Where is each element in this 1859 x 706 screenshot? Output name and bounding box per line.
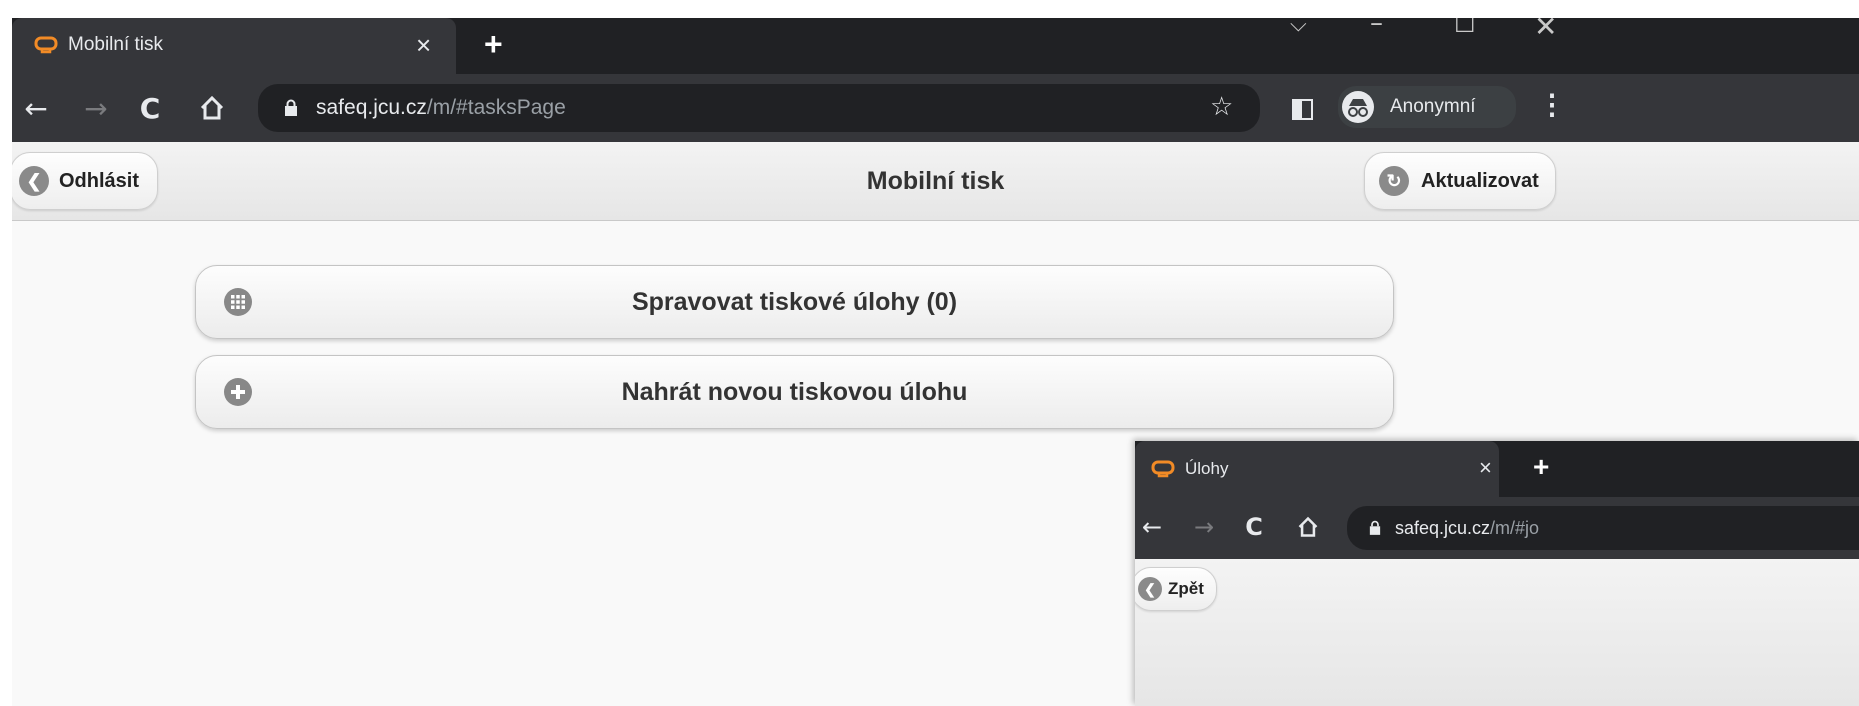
tab-title: Mobilní tisk bbox=[68, 34, 164, 55]
url-text-secondary: safeq.jcu.cz/m/#jo bbox=[1395, 518, 1539, 539]
back-icon[interactable]: ← bbox=[16, 88, 56, 128]
refresh-icon: ↻ bbox=[1379, 166, 1409, 196]
plus-icon bbox=[224, 378, 252, 406]
tab-strip: Mobilní tisk × + ⌵ – ☐ ✕ bbox=[12, 18, 1859, 74]
browser-toolbar-secondary: ← → C safeq.jcu.cz/m/#jo bbox=[1135, 497, 1859, 559]
forward-icon[interactable]: → bbox=[1187, 509, 1221, 545]
safeq-favicon-icon bbox=[34, 36, 58, 54]
home-icon[interactable] bbox=[1291, 509, 1325, 545]
tab-mobilni-tisk[interactable]: Mobilní tisk × bbox=[12, 18, 456, 74]
maximize-icon[interactable]: ☐ bbox=[1454, 18, 1476, 38]
tab-strip-secondary: Úlohy × + bbox=[1135, 441, 1859, 497]
back-label: Zpět bbox=[1168, 579, 1204, 598]
reload-icon[interactable]: C bbox=[1237, 509, 1271, 545]
upload-print-job-button[interactable]: Nahrát novou tiskovou úlohu bbox=[195, 355, 1394, 429]
url-path: /m/#jo bbox=[1490, 518, 1540, 538]
forward-icon[interactable]: → bbox=[76, 88, 116, 128]
safeq-favicon-icon bbox=[1151, 460, 1175, 478]
lock-icon[interactable] bbox=[284, 99, 298, 117]
manage-print-jobs-label: Spravovat tiskové úlohy (0) bbox=[631, 287, 958, 316]
upload-print-job-label: Nahrát novou tiskovou úlohu bbox=[621, 377, 968, 406]
url-text: safeq.jcu.cz/m/#tasksPage bbox=[316, 96, 566, 120]
home-icon[interactable] bbox=[192, 88, 232, 128]
refresh-label: Aktualizovat bbox=[1421, 169, 1539, 192]
side-panel-icon[interactable] bbox=[1292, 99, 1313, 120]
address-bar[interactable]: safeq.jcu.cz/m/#tasksPage ☆ bbox=[258, 84, 1260, 132]
reload-icon[interactable]: C bbox=[130, 88, 170, 128]
url-host: safeq.jcu.cz bbox=[316, 96, 427, 119]
browser-toolbar: ← → C safeq.jcu.cz/m/#tasksPage ☆ Anonym… bbox=[12, 74, 1859, 142]
page-title: Mobilní tisk bbox=[866, 167, 1005, 195]
new-tab-icon[interactable]: + bbox=[484, 26, 503, 63]
refresh-button[interactable]: ↻ Aktualizovat bbox=[1364, 152, 1556, 210]
page-header-secondary: ❮ Zpět bbox=[1135, 559, 1859, 706]
manage-print-jobs-button[interactable]: Spravovat tiskové úlohy (0) bbox=[195, 265, 1394, 339]
tab-close-icon[interactable]: × bbox=[1479, 455, 1492, 481]
back-icon[interactable]: ← bbox=[1135, 509, 1169, 545]
incognito-icon bbox=[1342, 91, 1374, 123]
lock-icon[interactable] bbox=[1369, 520, 1381, 536]
tab-close-icon[interactable]: × bbox=[416, 30, 431, 61]
grid-icon bbox=[224, 288, 252, 316]
tab-ulohy[interactable]: Úlohy × bbox=[1135, 441, 1499, 497]
profile-label: Anonymní bbox=[1390, 96, 1476, 117]
tab-title-secondary: Úlohy bbox=[1185, 459, 1229, 478]
tab-search-chevron-icon[interactable]: ⌵ bbox=[1290, 18, 1307, 37]
back-button[interactable]: ❮ Zpět bbox=[1135, 567, 1217, 611]
minimize-icon[interactable]: – bbox=[1370, 18, 1383, 38]
new-tab-icon[interactable]: + bbox=[1533, 451, 1549, 483]
close-window-icon[interactable]: ✕ bbox=[1534, 18, 1557, 43]
url-path: /m/#tasksPage bbox=[426, 96, 566, 119]
url-host: safeq.jcu.cz bbox=[1395, 518, 1491, 538]
back-arrow-icon: ❮ bbox=[1138, 577, 1162, 601]
browser-menu-icon[interactable]: ⋮ bbox=[1538, 88, 1566, 121]
page-header: ❮ Odhlásit Mobilní tisk ↻ Aktualizovat bbox=[12, 142, 1859, 221]
browser-window-secondary: Úlohy × + ← → C safeq.jcu.cz/m/#jo ❮ Zpě… bbox=[1135, 441, 1859, 706]
incognito-profile-button[interactable]: Anonymní bbox=[1338, 86, 1516, 128]
address-bar-secondary[interactable]: safeq.jcu.cz/m/#jo bbox=[1347, 506, 1859, 550]
bookmark-star-icon[interactable]: ☆ bbox=[1210, 92, 1233, 122]
